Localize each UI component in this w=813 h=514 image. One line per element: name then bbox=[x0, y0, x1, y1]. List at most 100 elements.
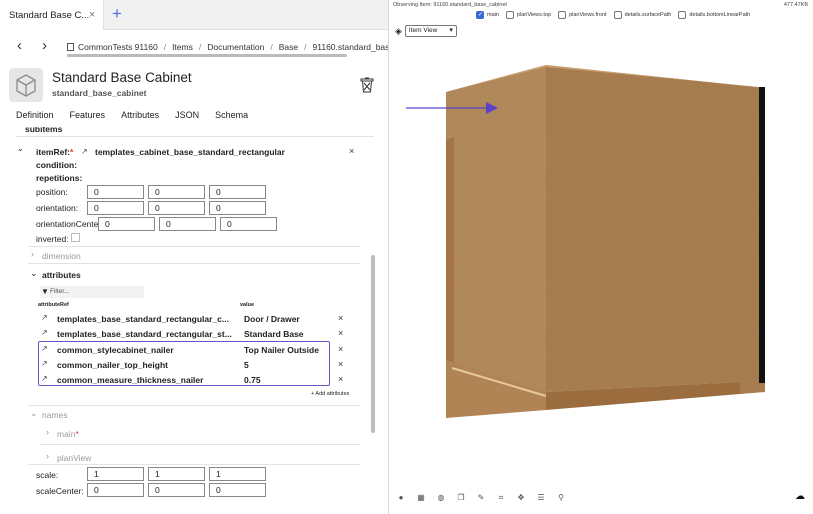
breadcrumb-item[interactable]: CommonTests 91160 bbox=[67, 42, 158, 52]
eye-off-icon[interactable]: ◍ bbox=[436, 493, 446, 503]
folder-icon bbox=[67, 43, 74, 51]
add-attributes-button[interactable]: + Add attributes bbox=[311, 391, 349, 397]
tab-json[interactable]: JSON bbox=[175, 110, 199, 120]
tab-title: Standard Base C... bbox=[9, 9, 90, 21]
orientation-center-label: orientationCente bbox=[36, 219, 99, 229]
attribute-value[interactable]: Standard Base bbox=[244, 329, 304, 339]
main-name-field[interactable]: main* bbox=[57, 429, 79, 439]
chevron-right-icon[interactable]: › bbox=[46, 451, 49, 461]
itemref-value[interactable]: templates_cabinet_base_standard_rectangu… bbox=[95, 147, 285, 157]
chevron-down-icon[interactable]: ⌄ bbox=[17, 144, 24, 153]
scale-y-input[interactable]: 1 bbox=[148, 467, 205, 481]
remove-itemref-icon[interactable]: × bbox=[349, 146, 354, 156]
column-header-value: value bbox=[240, 302, 255, 308]
chevron-right-icon[interactable]: › bbox=[46, 427, 49, 437]
section-heading-subitems: subitems bbox=[25, 127, 63, 134]
forward-button[interactable]: › bbox=[42, 38, 47, 54]
attributes-section[interactable]: attributes bbox=[42, 270, 81, 280]
orientation-center-z-input[interactable]: 0 bbox=[220, 217, 277, 231]
attribute-name[interactable]: common_stylecabinet_nailer bbox=[57, 345, 174, 355]
orientation-y-input[interactable]: 0 bbox=[148, 201, 205, 215]
repetitions-label: repetitions: bbox=[36, 173, 83, 183]
breadcrumb-item[interactable]: Documentation bbox=[207, 42, 264, 52]
planview-name-field[interactable]: planView bbox=[57, 453, 91, 463]
tab-definition[interactable]: Definition bbox=[16, 110, 54, 120]
external-link-icon[interactable]: ↗ bbox=[41, 344, 48, 353]
external-link-icon[interactable]: ↗ bbox=[81, 147, 88, 156]
orientation-center-x-input[interactable]: 0 bbox=[98, 217, 155, 231]
breadcrumb-item[interactable]: Items bbox=[172, 42, 193, 52]
attribute-name[interactable]: common_measure_thickness_nailer bbox=[57, 375, 203, 385]
chevron-right-icon[interactable]: › bbox=[31, 249, 34, 259]
position-x-input[interactable]: 0 bbox=[87, 185, 144, 199]
attribute-name[interactable]: templates_base_standard_rectangular_c... bbox=[57, 314, 229, 324]
trash-icon[interactable] bbox=[360, 77, 374, 95]
form-scrollbar[interactable] bbox=[371, 255, 375, 433]
divider bbox=[16, 136, 374, 137]
scale-center-x-input[interactable]: 0 bbox=[87, 483, 144, 497]
external-link-icon[interactable]: ↗ bbox=[41, 328, 48, 337]
scale-x-input[interactable]: 1 bbox=[87, 467, 144, 481]
position-z-input[interactable]: 0 bbox=[209, 185, 266, 199]
tab-schema[interactable]: Schema bbox=[215, 110, 248, 120]
names-section[interactable]: names bbox=[42, 410, 68, 420]
orientation-z-input[interactable]: 0 bbox=[209, 201, 266, 215]
toggle-bottom-linear-path[interactable]: details.bottomLinearPath bbox=[678, 11, 750, 19]
breadcrumb-item[interactable]: 91160.standard_base_ca bbox=[313, 42, 388, 52]
remove-attribute-icon[interactable]: × bbox=[338, 344, 343, 354]
tab-features[interactable]: Features bbox=[70, 110, 106, 120]
filter-input[interactable]: ▼ Filter... bbox=[40, 286, 144, 298]
breadcrumb-scrollbar[interactable] bbox=[67, 54, 347, 57]
grid-icon[interactable]: ▦ bbox=[416, 493, 426, 503]
chevron-down-icon[interactable]: ⌄ bbox=[30, 268, 38, 279]
scale-center-z-input[interactable]: 0 bbox=[209, 483, 266, 497]
breadcrumb-item[interactable]: Base bbox=[279, 42, 298, 52]
back-button[interactable]: ‹ bbox=[17, 38, 22, 54]
chevron-down-icon[interactable]: ⌄ bbox=[30, 408, 38, 419]
position-y-input[interactable]: 0 bbox=[148, 185, 205, 199]
external-link-icon[interactable]: ↗ bbox=[41, 313, 48, 322]
attribute-value[interactable]: Door / Drawer bbox=[244, 314, 300, 324]
palette-icon[interactable]: ● bbox=[396, 493, 406, 503]
toggle-main[interactable]: main bbox=[476, 11, 499, 19]
scale-z-input[interactable]: 1 bbox=[209, 467, 266, 481]
3d-viewport[interactable] bbox=[390, 40, 813, 480]
cloud-upload-icon[interactable]: ☁ bbox=[795, 491, 805, 502]
attribute-value[interactable]: 0.75 bbox=[244, 375, 261, 385]
scale-label: scale: bbox=[36, 470, 59, 480]
scale-center-y-input[interactable]: 0 bbox=[148, 483, 205, 497]
attribute-name[interactable]: templates_base_standard_rectangular_st..… bbox=[57, 329, 232, 339]
view-mode-select[interactable]: Item View bbox=[404, 25, 457, 37]
brush-icon[interactable]: ✎ bbox=[476, 493, 486, 503]
close-tab-icon[interactable]: × bbox=[89, 9, 95, 21]
document-tab[interactable]: Standard Base C... × bbox=[0, 0, 104, 30]
external-link-icon[interactable]: ↗ bbox=[41, 359, 48, 368]
divider bbox=[40, 444, 360, 445]
list-icon[interactable]: ☰ bbox=[536, 493, 546, 503]
attribute-name[interactable]: common_nailer_top_height bbox=[57, 360, 168, 370]
column-header-attributeref: attributeRef bbox=[38, 302, 69, 308]
external-link-icon[interactable]: ↗ bbox=[41, 374, 48, 383]
move-icon[interactable]: ✥ bbox=[516, 493, 526, 503]
checkbox-icon bbox=[558, 11, 567, 19]
breadcrumb: CommonTests 91160 / Items / Documentatio… bbox=[67, 42, 388, 52]
copy-icon[interactable]: ❐ bbox=[456, 493, 466, 503]
new-tab-button[interactable]: + bbox=[112, 4, 122, 24]
remove-attribute-icon[interactable]: × bbox=[338, 359, 343, 369]
remove-attribute-icon[interactable]: × bbox=[338, 313, 343, 323]
toggle-planviews-front[interactable]: planViews.front bbox=[558, 11, 607, 19]
dimension-section[interactable]: dimension bbox=[42, 251, 81, 261]
tab-attributes[interactable]: Attributes bbox=[121, 110, 159, 120]
remove-attribute-icon[interactable]: × bbox=[338, 328, 343, 338]
inverted-checkbox[interactable] bbox=[71, 233, 80, 242]
itemref-label: itemRef:* bbox=[36, 147, 74, 157]
orientation-x-input[interactable]: 0 bbox=[87, 201, 144, 215]
tree-icon[interactable]: ⚲ bbox=[556, 493, 566, 503]
attribute-value[interactable]: 5 bbox=[244, 360, 249, 370]
toggle-planviews-top[interactable]: planViews.top bbox=[505, 11, 551, 19]
remove-attribute-icon[interactable]: × bbox=[338, 374, 343, 384]
crop-icon[interactable]: ⌗ bbox=[496, 493, 506, 503]
attribute-value[interactable]: Top Nailer Outside bbox=[244, 345, 319, 355]
orientation-center-y-input[interactable]: 0 bbox=[159, 217, 216, 231]
toggle-surface-path[interactable]: details.surfacePath bbox=[613, 11, 671, 19]
